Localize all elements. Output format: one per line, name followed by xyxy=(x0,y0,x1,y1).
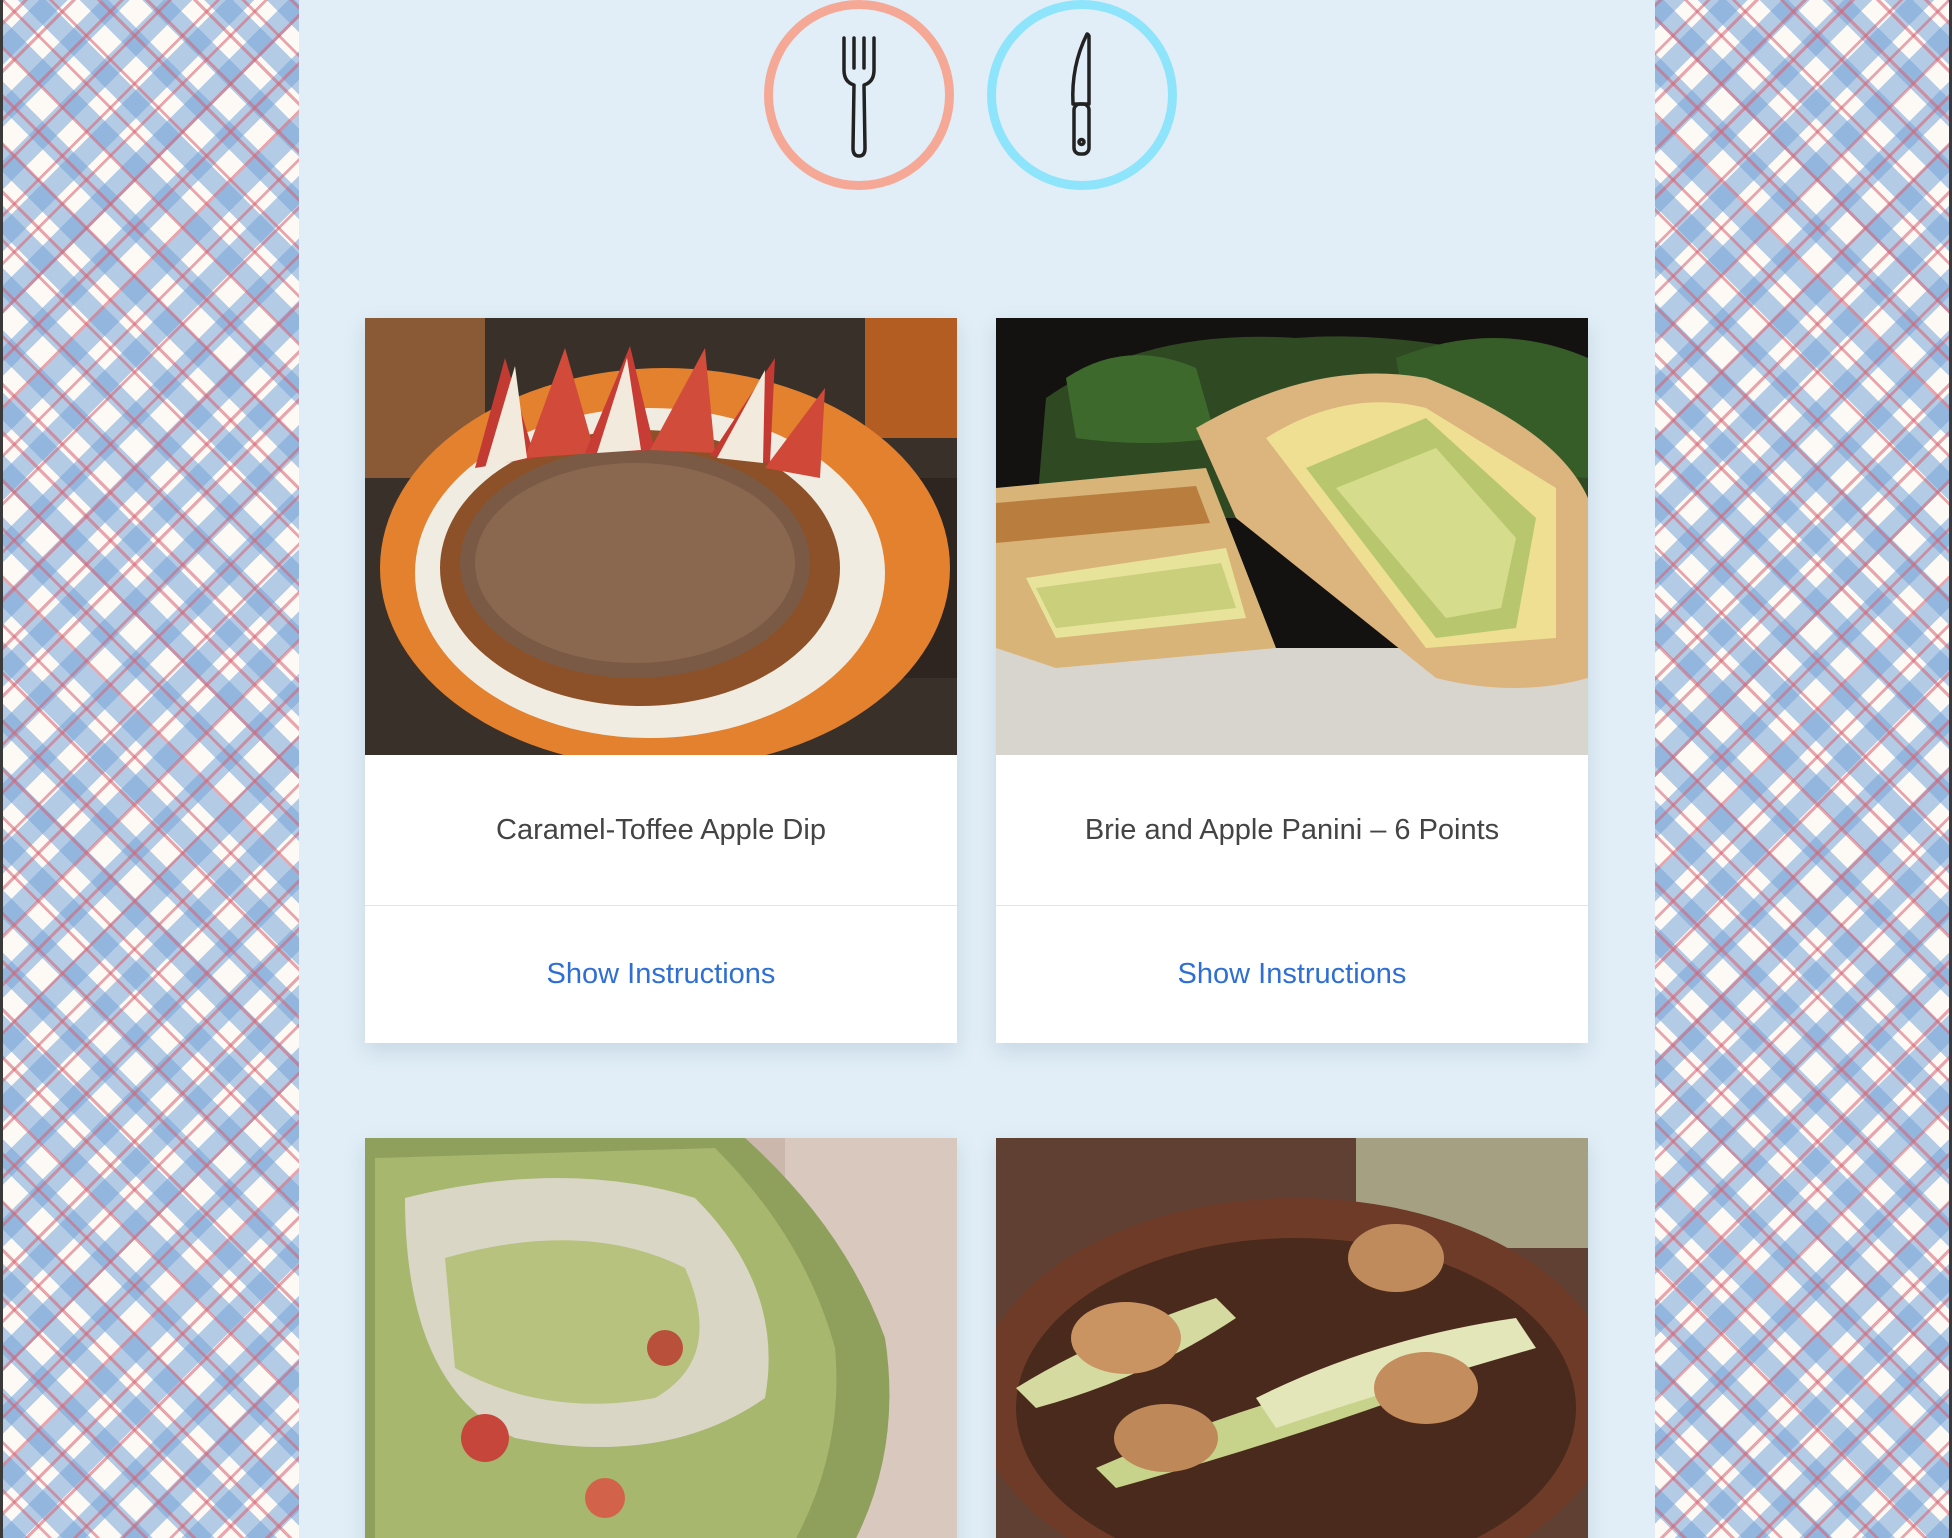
fork-icon xyxy=(842,36,876,158)
knife-icon xyxy=(1071,32,1091,156)
recipe-card xyxy=(996,1138,1588,1538)
knife-button[interactable] xyxy=(987,0,1177,190)
show-instructions-link[interactable]: Show Instructions xyxy=(996,906,1588,1043)
recipe-card: Caramel-Toffee Apple Dip Show Instructio… xyxy=(365,318,957,1043)
fork-button[interactable] xyxy=(764,0,954,190)
recipe-card xyxy=(365,1138,957,1538)
recipe-panel: Caramel-Toffee Apple Dip Show Instructio… xyxy=(299,0,1655,1538)
recipe-photo xyxy=(365,318,957,755)
recipe-photo xyxy=(996,1138,1588,1538)
recipe-card: Brie and Apple Panini – 6 Points Show In… xyxy=(996,318,1588,1043)
recipe-photo xyxy=(365,1138,957,1538)
show-instructions-link[interactable]: Show Instructions xyxy=(365,906,957,1043)
recipe-title: Brie and Apple Panini – 6 Points xyxy=(996,755,1588,906)
window-left-edge xyxy=(0,0,3,1538)
recipe-photo xyxy=(996,318,1588,755)
recipe-title: Caramel-Toffee Apple Dip xyxy=(365,755,957,906)
